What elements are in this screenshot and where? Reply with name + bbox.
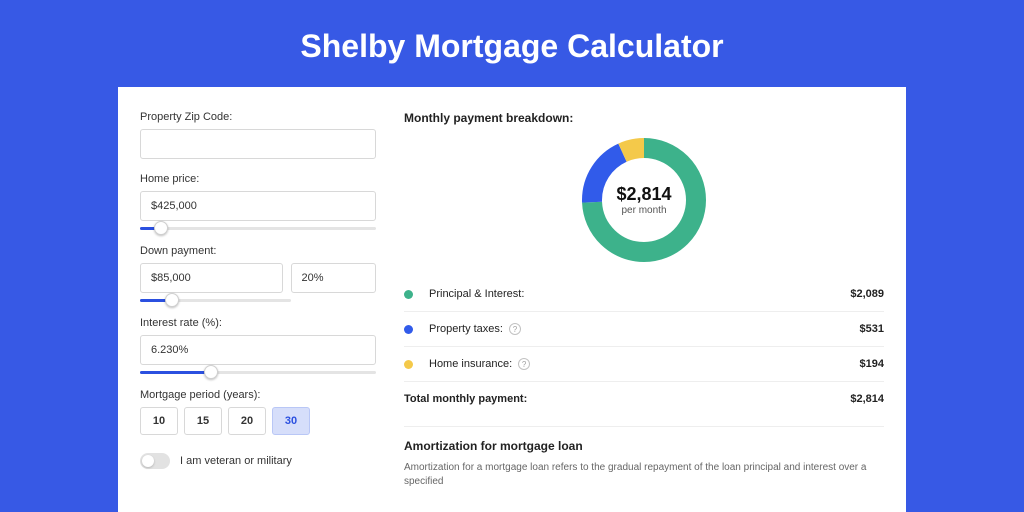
period-20[interactable]: 20 bbox=[228, 407, 266, 435]
period-options: 10152030 bbox=[140, 407, 376, 435]
legend-dot bbox=[404, 290, 413, 299]
donut-value: $2,814 bbox=[616, 184, 671, 205]
home-price-label: Home price: bbox=[140, 173, 376, 185]
page-title: Shelby Mortgage Calculator bbox=[300, 28, 723, 65]
down-amount-input[interactable] bbox=[140, 263, 283, 293]
down-slider[interactable] bbox=[140, 295, 291, 307]
breakdown-amount: $2,089 bbox=[850, 288, 884, 300]
veteran-toggle[interactable] bbox=[140, 453, 170, 469]
down-label: Down payment: bbox=[140, 245, 376, 257]
breakdown-label: Property taxes: bbox=[429, 323, 503, 335]
period-10[interactable]: 10 bbox=[140, 407, 178, 435]
rate-label: Interest rate (%): bbox=[140, 317, 376, 329]
rate-input[interactable] bbox=[140, 335, 376, 365]
zip-input[interactable] bbox=[140, 129, 376, 159]
breakdown-header: Monthly payment breakdown: bbox=[404, 111, 884, 125]
calculator-card: Property Zip Code: Home price: Down paym… bbox=[118, 87, 906, 512]
home-price-input[interactable] bbox=[140, 191, 376, 221]
donut-chart: $2,814 per month bbox=[579, 135, 709, 265]
form-panel: Property Zip Code: Home price: Down paym… bbox=[140, 111, 376, 512]
info-icon[interactable]: ? bbox=[518, 358, 530, 370]
zip-label: Property Zip Code: bbox=[140, 111, 376, 123]
period-label: Mortgage period (years): bbox=[140, 389, 376, 401]
period-30[interactable]: 30 bbox=[272, 407, 310, 435]
legend-dot bbox=[404, 360, 413, 369]
amortization-section: Amortization for mortgage loan Amortizat… bbox=[404, 426, 884, 489]
breakdown-item: Property taxes:? $531 bbox=[404, 314, 884, 344]
down-percent-input[interactable] bbox=[291, 263, 376, 293]
period-15[interactable]: 15 bbox=[184, 407, 222, 435]
rate-slider[interactable] bbox=[140, 367, 376, 379]
total-row: Total monthly payment: $2,814 bbox=[404, 384, 884, 414]
breakdown-amount: $194 bbox=[860, 358, 884, 370]
amortization-header: Amortization for mortgage loan bbox=[404, 439, 884, 453]
info-icon[interactable]: ? bbox=[509, 323, 521, 335]
donut-sub: per month bbox=[621, 205, 666, 216]
amortization-text: Amortization for a mortgage loan refers … bbox=[404, 461, 884, 489]
breakdown-label: Principal & Interest: bbox=[429, 288, 524, 300]
breakdown-amount: $531 bbox=[860, 323, 884, 335]
veteran-label: I am veteran or military bbox=[180, 455, 292, 467]
breakdown-item: Principal & Interest: $2,089 bbox=[404, 279, 884, 309]
breakdown-item: Home insurance:? $194 bbox=[404, 349, 884, 379]
breakdown-panel: Monthly payment breakdown: $2,814 per mo… bbox=[404, 111, 884, 512]
legend-dot bbox=[404, 325, 413, 334]
breakdown-rows: Principal & Interest: $2,089 Property taxe… bbox=[404, 279, 884, 379]
home-price-slider[interactable] bbox=[140, 223, 376, 235]
breakdown-label: Home insurance: bbox=[429, 358, 512, 370]
